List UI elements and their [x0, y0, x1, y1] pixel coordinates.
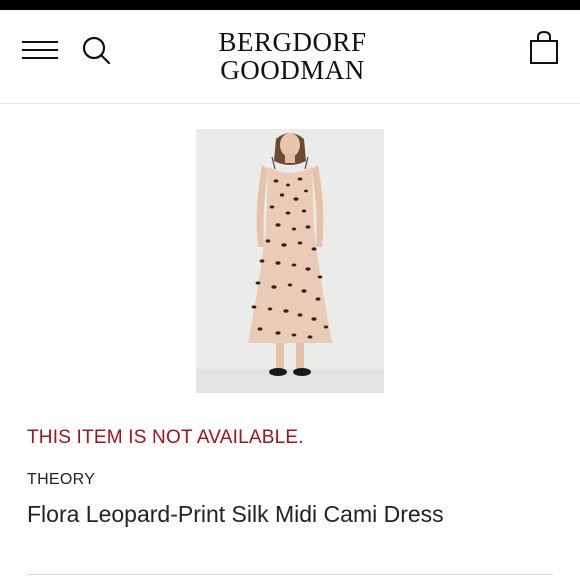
availability-message: THIS ITEM IS NOT AVAILABLE.: [27, 427, 304, 448]
product-name: Flora Leopard-Print Silk Midi Cami Dress: [27, 501, 444, 527]
product-brand[interactable]: THEORY: [27, 471, 95, 489]
top-strip: [0, 0, 580, 10]
divider: [27, 574, 553, 575]
product-image[interactable]: [196, 129, 384, 393]
shopping-bag-icon[interactable]: [528, 30, 560, 66]
menu-icon[interactable]: [22, 38, 58, 62]
logo-line-2: GOODMAN: [220, 55, 365, 85]
search-icon[interactable]: [80, 34, 114, 68]
logo-line-1: BERGDORF: [218, 27, 367, 57]
site-header: BERGDORF GOODMAN: [0, 10, 580, 104]
brand-logo[interactable]: BERGDORF GOODMAN: [205, 28, 380, 84]
